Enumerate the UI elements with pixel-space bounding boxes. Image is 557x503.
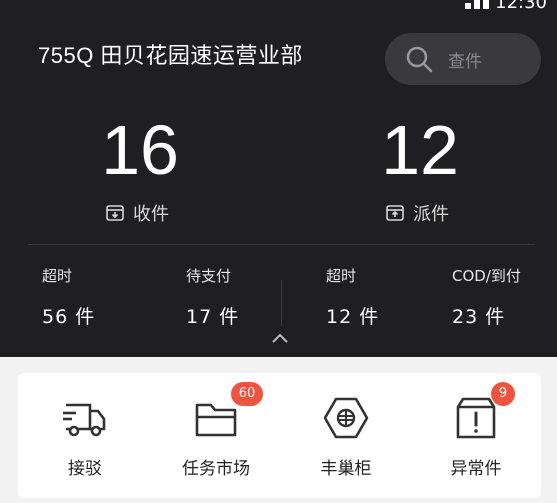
outbox-icon [386, 205, 404, 221]
search-icon [406, 46, 433, 73]
locker-icon [323, 397, 369, 439]
status-bar: 12:30 [465, 0, 547, 13]
tool-exception[interactable]: 9 异常件 [411, 373, 541, 498]
dispatched-count[interactable]: 12 [320, 112, 520, 188]
notification-badge: 9 [491, 382, 515, 406]
search-label: 查件 [448, 52, 482, 72]
page-title: 755Q 田贝花园速运营业部 [38, 43, 303, 68]
signal-icon [465, 0, 490, 9]
received-label-group[interactable]: 收件 [105, 200, 169, 226]
pending-payment-value[interactable]: 17 件 [186, 302, 239, 329]
notification-badge: 60 [231, 382, 263, 406]
tool-label: 接驳 [68, 459, 102, 479]
tool-label: 丰巢柜 [320, 459, 372, 479]
search-button[interactable]: 查件 [385, 33, 541, 85]
status-time: 12:30 [495, 0, 547, 13]
header-panel: 12:30 755Q 田贝花园速运营业部 查件 16 收件 12 派件 超时 5… [0, 0, 557, 357]
tool-label: 异常件 [450, 459, 502, 479]
tool-card: 接驳 60 任务市场 丰巢柜 9 异常件 [18, 373, 541, 498]
received-label: 收件 [133, 204, 169, 225]
received-count[interactable]: 16 [40, 112, 240, 188]
pending-payment-label: 待支付 [186, 267, 232, 285]
tool-label: 任务市场 [182, 459, 250, 479]
overtime-received-label: 超时 [42, 267, 73, 285]
dispatched-label-group[interactable]: 派件 [385, 200, 449, 226]
divider [281, 280, 282, 326]
overtime-dispatched-value[interactable]: 12 件 [326, 302, 379, 329]
tool-hive-locker[interactable]: 丰巢柜 [281, 373, 411, 498]
truck-icon [63, 403, 106, 437]
inbox-icon [106, 205, 124, 221]
overtime-received-value[interactable]: 56 件 [42, 302, 95, 329]
tool-transfer[interactable]: 接驳 [20, 373, 150, 498]
cod-label: COD/到付 [452, 267, 521, 285]
overtime-dispatched-label: 超时 [326, 267, 357, 285]
divider [28, 244, 535, 245]
chevron-up-icon[interactable] [270, 332, 290, 344]
tool-task-market[interactable]: 60 任务市场 [151, 373, 281, 498]
dispatched-label: 派件 [413, 204, 449, 225]
cod-value[interactable]: 23 件 [452, 302, 505, 329]
